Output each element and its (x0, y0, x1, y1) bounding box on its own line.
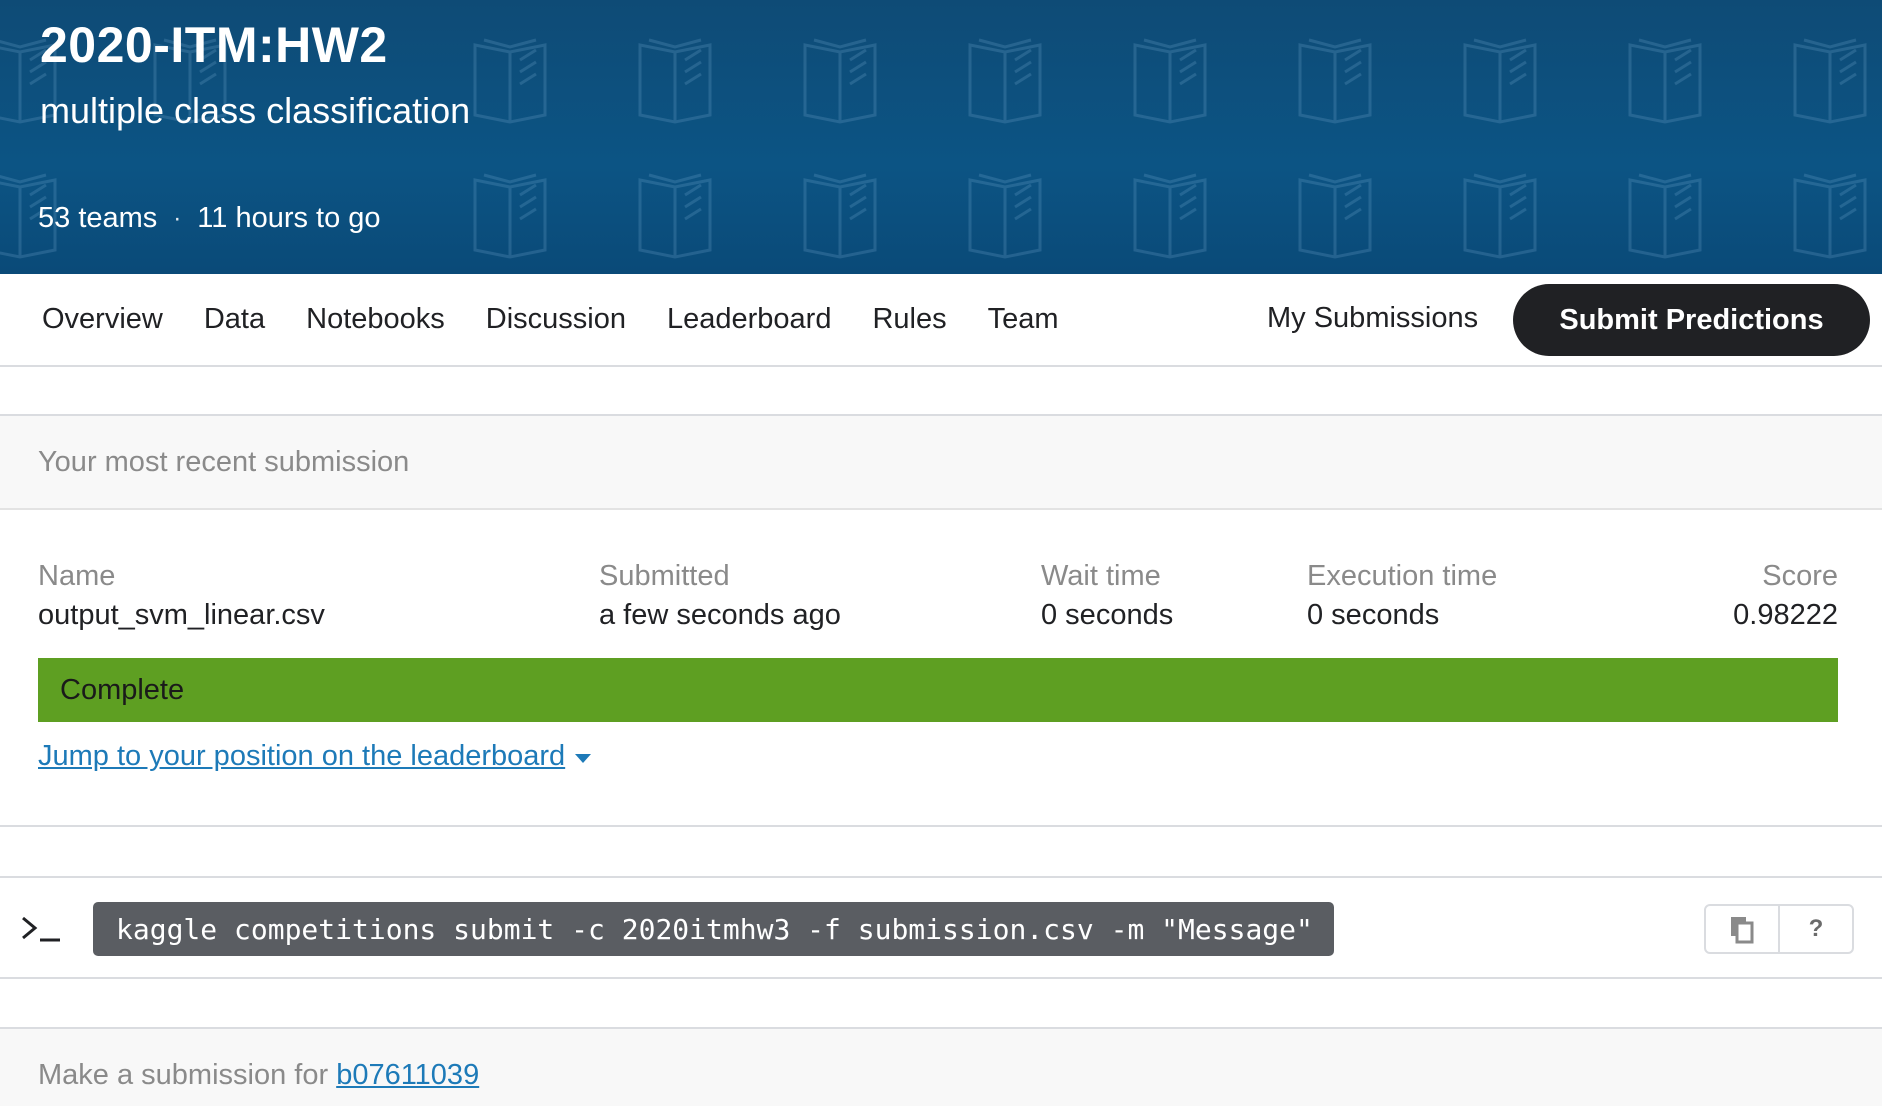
submit-predictions-button[interactable]: Submit Predictions (1513, 284, 1870, 356)
my-submissions-link[interactable]: My Submissions (1267, 302, 1478, 335)
user-link[interactable]: b07611039 (336, 1059, 479, 1091)
time-remaining: 11 hours to go (197, 202, 381, 234)
execution-time-column: Execution time 0 seconds (1307, 560, 1497, 632)
caret-down-icon (575, 754, 592, 763)
help-button[interactable]: ? (1778, 906, 1852, 952)
competition-meta: 53 teams · 11 hours to go (38, 202, 381, 235)
tab-data[interactable]: Data (204, 303, 265, 336)
competition-subtitle: multiple class classification (40, 90, 471, 131)
recent-submission-title: Your most recent submission (38, 446, 410, 478)
status-text: Complete (60, 673, 185, 706)
help-icon: ? (1808, 915, 1824, 942)
tab-team[interactable]: Team (988, 303, 1059, 336)
cli-command-bar: kaggle competitions submit -c 2020itmhw3… (0, 876, 1882, 979)
tab-leaderboard[interactable]: Leaderboard (667, 303, 831, 336)
competition-nav: Overview Data Notebooks Discussion Leade… (0, 274, 1882, 367)
jump-to-leaderboard-link[interactable]: Jump to your position on the leaderboard (38, 740, 592, 773)
tab-notebooks[interactable]: Notebooks (306, 303, 445, 336)
recent-submission-header: Your most recent submission (0, 414, 1882, 510)
meta-separator: · (173, 204, 182, 232)
execution-time-value: 0 seconds (1307, 599, 1440, 631)
score-label: Score (1762, 560, 1838, 592)
make-submission-panel: Make a submission for b07611039 (0, 1027, 1882, 1106)
copy-button[interactable] (1706, 906, 1778, 952)
make-submission-prefix: Make a submission for (38, 1059, 329, 1091)
submitted-column: Submitted a few seconds ago (599, 560, 841, 632)
cli-command-text[interactable]: kaggle competitions submit -c 2020itmhw3… (93, 902, 1334, 956)
tab-rules[interactable]: Rules (872, 303, 946, 336)
terminal-prompt-icon (22, 916, 60, 942)
competition-header: 2020-ITM:HW2 multiple class classificati… (0, 0, 1882, 274)
copy-icon (1731, 917, 1754, 944)
name-label: Name (38, 560, 116, 592)
score-column: Score 0.98222 (1638, 560, 1838, 632)
execution-time-label: Execution time (1307, 560, 1498, 592)
submitted-value: a few seconds ago (599, 599, 841, 631)
wait-time-value: 0 seconds (1041, 599, 1174, 631)
wait-time-label: Wait time (1041, 560, 1161, 592)
score-value: 0.98222 (1733, 599, 1838, 631)
submission-filename: output_svm_linear.csv (38, 599, 325, 631)
cli-tools: ? (1704, 904, 1854, 954)
tab-discussion[interactable]: Discussion (486, 303, 626, 336)
tab-overview[interactable]: Overview (42, 303, 163, 336)
submitted-label: Submitted (599, 560, 730, 592)
submission-name-column: Name output_svm_linear.csv (38, 560, 325, 632)
nav-tabs: Overview Data Notebooks Discussion Leade… (42, 274, 1059, 365)
competition-title: 2020-ITM:HW2 (40, 17, 388, 73)
section-divider (0, 825, 1882, 827)
make-submission-text: Make a submission for b07611039 (38, 1059, 479, 1092)
status-bar: Complete (38, 658, 1838, 722)
jump-link-label: Jump to your position on the leaderboard (38, 740, 566, 772)
teams-count: 53 teams (38, 202, 158, 234)
wait-time-column: Wait time 0 seconds (1041, 560, 1173, 632)
